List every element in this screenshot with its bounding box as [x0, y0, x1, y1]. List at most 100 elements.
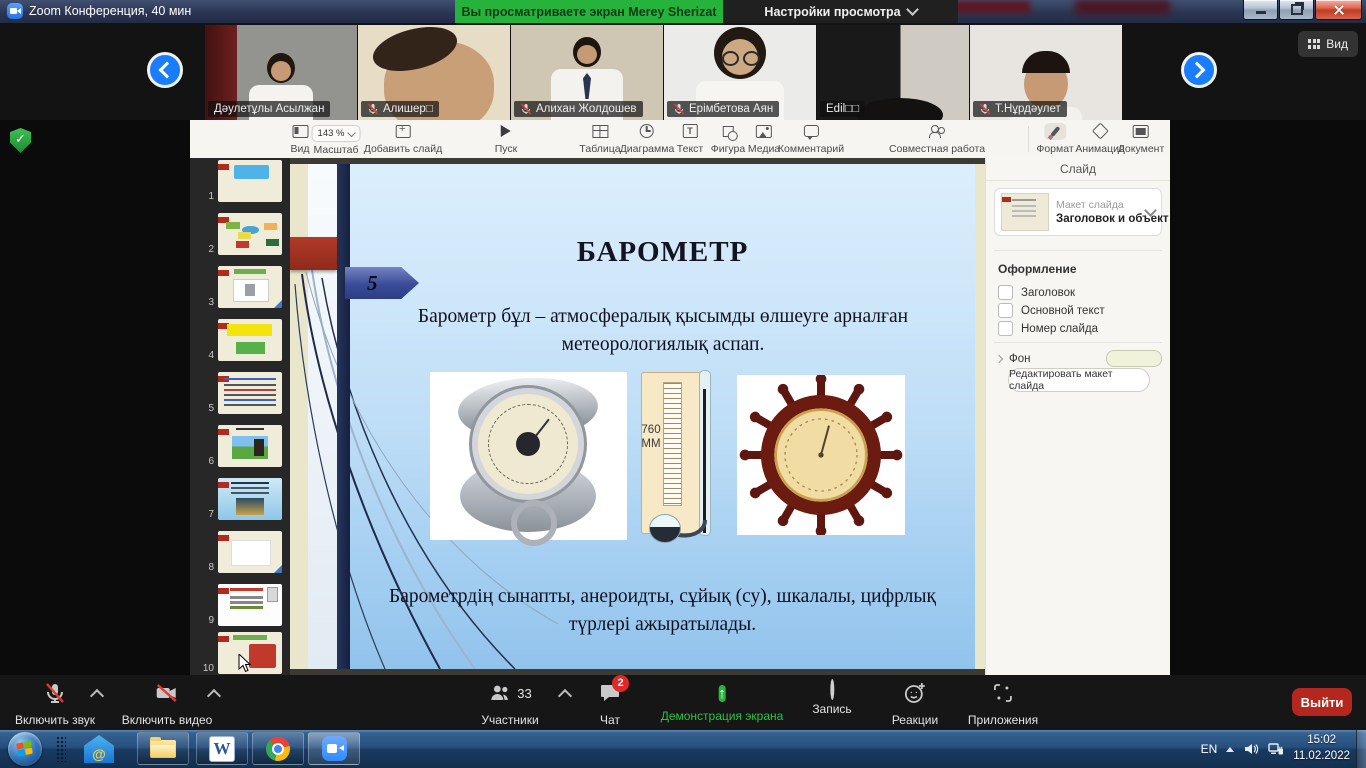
- previous-participants-button[interactable]: [147, 52, 183, 88]
- toolbar-format-tab[interactable]: Формат: [1036, 123, 1073, 155]
- chart-icon: [640, 124, 654, 138]
- record-button[interactable]: Запись: [812, 681, 851, 716]
- taskbar-mail-agent-icon[interactable]: @: [84, 735, 114, 763]
- mercury-column: [703, 389, 706, 533]
- mic-muted-icon: [43, 681, 67, 705]
- slide-number: 6: [196, 456, 214, 467]
- toolbar-shape[interactable]: Фигура: [711, 123, 746, 155]
- share-screen-button[interactable]: ↑ Демонстрация экрана: [661, 681, 784, 723]
- layout-label: Макет слайда: [1056, 199, 1139, 211]
- slide-thumbnail-1[interactable]: 1: [218, 160, 282, 202]
- start-video-button[interactable]: Включить видео: [122, 681, 213, 727]
- participant-video-tile[interactable]: Edil□□: [817, 25, 969, 120]
- mic-muted-icon: [520, 103, 532, 115]
- panel-header: Слайд: [986, 158, 1170, 181]
- network-icon[interactable]: [1268, 741, 1284, 757]
- toolbar-chart[interactable]: Диаграмма: [620, 123, 675, 155]
- participants-options-chevron[interactable]: [558, 689, 572, 703]
- reactions-button[interactable]: Реакции: [892, 681, 938, 727]
- participant-name: Дәулетұлы Асылжан: [214, 103, 324, 115]
- minimize-button[interactable]: [1243, 0, 1278, 20]
- control-label: Демонстрация экрана: [661, 709, 784, 723]
- toolbar-label: Документ: [1118, 143, 1165, 155]
- slide-preview: [218, 478, 282, 520]
- taskbar-zoom-button[interactable]: [308, 732, 360, 765]
- toolbar-media[interactable]: Медиа: [748, 123, 780, 155]
- maximize-button[interactable]: [1279, 0, 1314, 20]
- view-settings-dropdown[interactable]: Настройки просмотра: [723, 0, 958, 23]
- toolbar-play[interactable]: Пуск: [495, 123, 518, 155]
- camera-glyph: [10, 8, 17, 14]
- control-label: Приложения: [968, 713, 1038, 727]
- toolbar-add-slide[interactable]: Добавить слайд: [364, 123, 443, 155]
- speaker-icon[interactable]: [1243, 741, 1259, 757]
- participant-nametag: Edil□□: [820, 101, 865, 117]
- apps-button[interactable]: Приложения: [968, 681, 1038, 727]
- next-participants-button[interactable]: [1181, 52, 1217, 88]
- checkbox-label: Заголовок: [1021, 287, 1075, 299]
- participant-video-tile[interactable]: Алихан Жолдошев: [511, 25, 663, 120]
- checkbox-icon[interactable]: [998, 285, 1013, 300]
- toolbar-table[interactable]: Таблица: [579, 123, 620, 155]
- barometer-dial: [478, 394, 578, 494]
- chat-button[interactable]: 2 Чат: [598, 681, 622, 727]
- toolbar-view[interactable]: Вид: [291, 123, 310, 155]
- start-button[interactable]: [8, 732, 42, 766]
- view-settings-strip: Настройки просмотра: [723, 0, 958, 23]
- hidden-icons-chevron[interactable]: [1226, 747, 1234, 752]
- toolbar-document-tab[interactable]: Документ: [1118, 123, 1165, 155]
- toolbar-zoom[interactable]: 143 % Масштаб: [312, 123, 361, 156]
- screen: Zoom Конференция, 40 мин Вы просматривае…: [0, 0, 1366, 768]
- reactions-icon: [903, 681, 927, 705]
- unmute-button[interactable]: Включить звук: [15, 681, 95, 727]
- toolbar-label: Таблица: [579, 143, 620, 155]
- chrome-icon: [266, 737, 290, 761]
- show-desktop-button[interactable]: [1356, 730, 1366, 768]
- slide-thumbnail-7[interactable]: 7: [218, 478, 282, 520]
- participant-video-tile[interactable]: Алишер□: [358, 25, 510, 120]
- slide-thumbnail-6[interactable]: 6: [218, 425, 282, 467]
- toolbar-label: Диаграмма: [620, 143, 675, 155]
- toolbar-comment[interactable]: Комментарий: [778, 123, 844, 155]
- slide-number: 10: [196, 663, 214, 674]
- leave-meeting-button[interactable]: Выйти: [1292, 688, 1352, 716]
- edit-layout-button[interactable]: Редактировать макет слайда: [1008, 368, 1150, 392]
- taskbar-clock[interactable]: 15:02 11.02.2022: [1293, 733, 1350, 764]
- slide-thumbnail-8[interactable]: 8: [218, 531, 282, 573]
- toolbar-text[interactable]: T Текст: [677, 123, 703, 155]
- checkbox-label: Основной текст: [1021, 305, 1105, 317]
- checkbox-slide-number[interactable]: Номер слайда: [998, 321, 1098, 336]
- participant-video-tile[interactable]: Ерімбетова Аян: [664, 25, 816, 120]
- clock-time: 15:02: [1293, 733, 1350, 749]
- slide-thumbnail-9[interactable]: 9: [218, 584, 282, 626]
- close-button[interactable]: [1315, 0, 1362, 20]
- taskbar-word-button[interactable]: W: [196, 732, 248, 765]
- checkbox-body-text[interactable]: Основной текст: [998, 303, 1105, 318]
- slide-thumbnail-4[interactable]: 4: [218, 319, 282, 361]
- chevron-right-icon: [995, 354, 1003, 362]
- slide-thumbnail-2[interactable]: 2: [218, 213, 282, 255]
- shape-icon: [723, 126, 734, 137]
- background-color-swatch[interactable]: [1106, 350, 1162, 367]
- zoom-level-dropdown[interactable]: 143 %: [312, 125, 361, 142]
- view-icon: [292, 125, 308, 138]
- checkbox-title[interactable]: Заголовок: [998, 285, 1075, 300]
- toolbar-collaboration[interactable]: Совместная работа: [889, 123, 985, 155]
- participant-video-tile[interactable]: Дәулетұлы Асылжан: [205, 25, 357, 120]
- taskbar-explorer-button[interactable]: [137, 732, 189, 765]
- mercury-scale-label: 760 ММ: [640, 424, 662, 452]
- toolbar-label: Фигура: [711, 143, 746, 155]
- animation-icon: [1092, 123, 1109, 140]
- taskbar-chrome-button[interactable]: [252, 732, 304, 765]
- slide-layout-selector[interactable]: Макет слайда Заголовок и объект: [994, 188, 1162, 236]
- language-indicator[interactable]: EN: [1201, 742, 1218, 756]
- participant-video-tile[interactable]: Т.Нұрдәулет: [970, 25, 1122, 120]
- slide-thumbnail-5[interactable]: 5: [218, 372, 282, 414]
- background-row[interactable]: Фон: [996, 350, 1162, 367]
- checkbox-icon[interactable]: [998, 303, 1013, 318]
- view-button[interactable]: Вид: [1298, 31, 1358, 57]
- shared-screen-stage: ✓ Вид 143 % Масштаб Добавить слайд: [0, 120, 1366, 675]
- checkbox-icon[interactable]: [998, 321, 1013, 336]
- participants-button[interactable]: 33 Участники: [481, 681, 538, 727]
- slide-thumbnail-3[interactable]: 3: [218, 266, 282, 308]
